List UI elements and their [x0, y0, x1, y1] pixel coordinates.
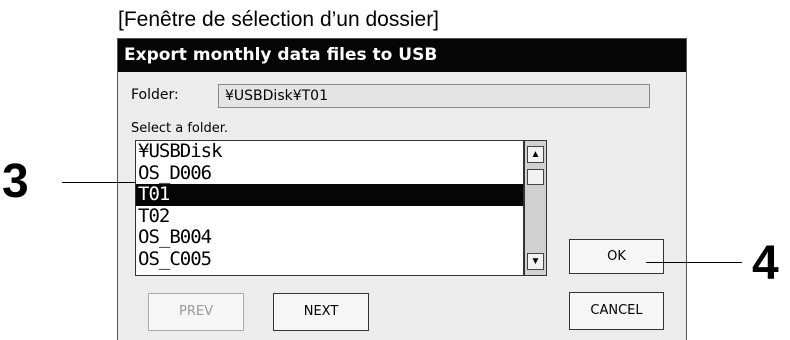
folder-list-item[interactable]: OS_C005	[136, 248, 523, 271]
page-caption: [Fenêtre de sélection d’un dossier]	[118, 8, 440, 31]
callout-line-3	[62, 182, 136, 183]
folder-list-item[interactable]: ¥USBDisk	[136, 141, 523, 163]
folder-path-field: ¥USBDisk¥T01	[218, 84, 650, 108]
next-button[interactable]: NEXT	[273, 293, 369, 331]
dialog-title: Export monthly data files to USB	[118, 39, 686, 72]
folder-list-item[interactable]: T02	[136, 205, 523, 228]
cancel-button[interactable]: CANCEL	[569, 292, 664, 330]
ok-button[interactable]: OK	[569, 239, 664, 274]
folder-list-item[interactable]: OS_D006	[136, 162, 523, 185]
scroll-up-arrow-icon[interactable]: ▲	[527, 146, 544, 163]
callout-number-4: 4	[752, 237, 779, 290]
scroll-down-arrow-icon[interactable]: ▼	[527, 253, 544, 270]
folder-list-scrollbar[interactable]: ▲ ▼	[524, 140, 547, 276]
prev-button[interactable]: PREV	[148, 293, 244, 331]
callout-number-3: 3	[2, 155, 29, 208]
folder-listbox[interactable]: ¥USBDisk OS_D006 T01 T02 OS_B004 OS_C005	[135, 140, 524, 276]
export-dialog: Export monthly data files to USB Folder:…	[117, 38, 687, 340]
callout-line-4	[646, 262, 742, 263]
folder-list-item-selected[interactable]: T01	[136, 184, 523, 206]
folder-list-item[interactable]: OS_B004	[136, 227, 523, 249]
scroll-thumb[interactable]	[527, 169, 544, 185]
folder-label: Folder:	[131, 87, 179, 103]
select-folder-label: Select a folder.	[131, 121, 229, 136]
